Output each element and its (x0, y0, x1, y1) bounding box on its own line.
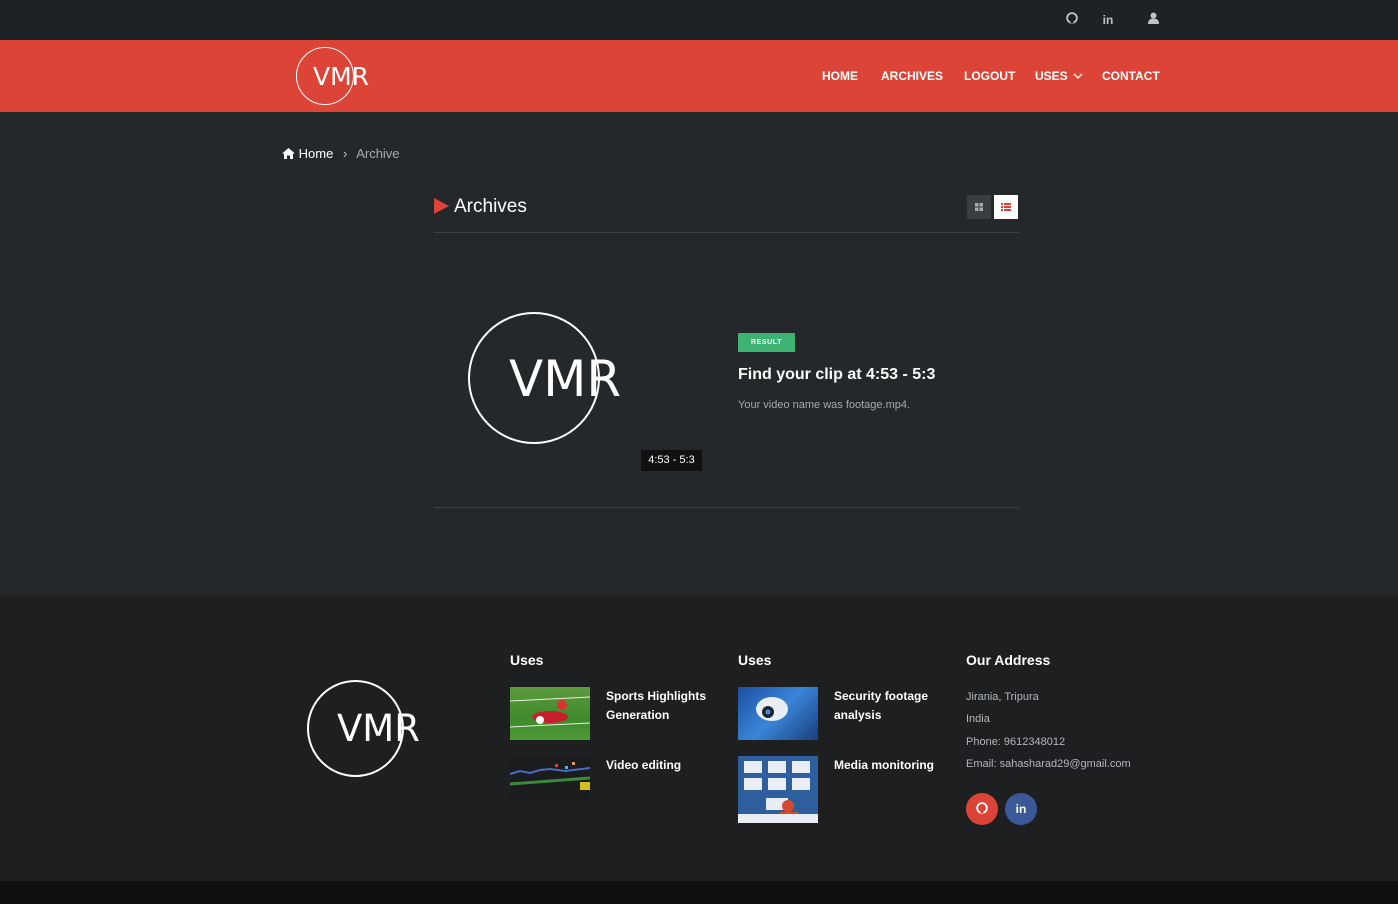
footer-link-security-footage[interactable]: Security footage analysis (834, 687, 944, 725)
bottom-bar (0, 881, 1398, 904)
linkedin-icon[interactable]: in (1099, 11, 1117, 29)
footer (0, 596, 1398, 881)
duration-label: 4:53 - 5:3 (641, 450, 702, 471)
address-phone: Phone: 9612348012 (966, 736, 1066, 748)
address-line-2: India (966, 713, 990, 725)
nav-logout[interactable]: LOGOUT (964, 69, 1015, 83)
footer-logo-text: VMR (337, 707, 420, 750)
chevron-down-icon (1073, 73, 1083, 79)
github-icon (976, 802, 988, 814)
play-icon (434, 198, 449, 214)
clip-description: Your video name was footage.mp4. (738, 399, 911, 411)
status-badge: RESULT (738, 333, 795, 352)
video-thumbnail-text[interactable]: VMR (509, 350, 621, 408)
breadcrumb-current: Archive (356, 146, 400, 161)
home-icon (282, 148, 295, 159)
grid-view-button[interactable] (967, 195, 991, 219)
sports-highlights-thumbnail[interactable] (510, 687, 590, 740)
list-view-button[interactable] (994, 195, 1018, 219)
top-bar: in (0, 0, 1398, 40)
footer-uses-heading: Uses (510, 652, 544, 668)
nav-uses-label: USES (1035, 69, 1068, 83)
linkedin-icon: in (1015, 802, 1027, 816)
address-line-1: Jirania, Tripura (966, 691, 1039, 703)
divider (434, 232, 1019, 233)
main-header: VMR HOME ARCHIVES LOGOUT USES CONTACT (0, 40, 1398, 112)
breadcrumb-separator-icon: › (342, 146, 348, 161)
nav-contact[interactable]: CONTACT (1102, 69, 1160, 83)
page-title: Archives (454, 196, 527, 217)
github-social-button[interactable] (966, 793, 998, 825)
media-monitoring-thumbnail[interactable] (738, 756, 818, 823)
nav-home[interactable]: HOME (822, 69, 858, 83)
footer-link-sports-highlights[interactable]: Sports Highlights Generation (606, 687, 716, 725)
nav-archives[interactable]: ARCHIVES (881, 69, 943, 83)
list-view-icon (1001, 203, 1011, 211)
security-footage-thumbnail[interactable] (738, 687, 818, 740)
clip-title[interactable]: Find your clip at 4:53 - 5:3 (738, 366, 935, 384)
footer-address-heading: Our Address (966, 652, 1051, 668)
address-email[interactable]: Email: sahasharad29@gmail.com (966, 758, 1131, 770)
site-logo-text[interactable]: VMR (313, 62, 369, 91)
breadcrumb: Home › Archive (282, 146, 400, 161)
grid-view-icon (975, 203, 983, 211)
footer-link-media-monitoring[interactable]: Media monitoring (834, 756, 964, 775)
breadcrumb-home[interactable]: Home (299, 146, 334, 161)
github-icon[interactable] (1063, 11, 1081, 29)
video-editing-thumbnail[interactable] (510, 756, 590, 800)
nav-uses[interactable]: USES (1035, 69, 1083, 83)
linkedin-social-button[interactable]: in (1005, 793, 1037, 825)
footer-uses-heading-2: Uses (738, 652, 772, 668)
user-icon[interactable] (1144, 11, 1162, 29)
footer-link-video-editing[interactable]: Video editing (606, 756, 716, 775)
divider (434, 507, 1019, 508)
